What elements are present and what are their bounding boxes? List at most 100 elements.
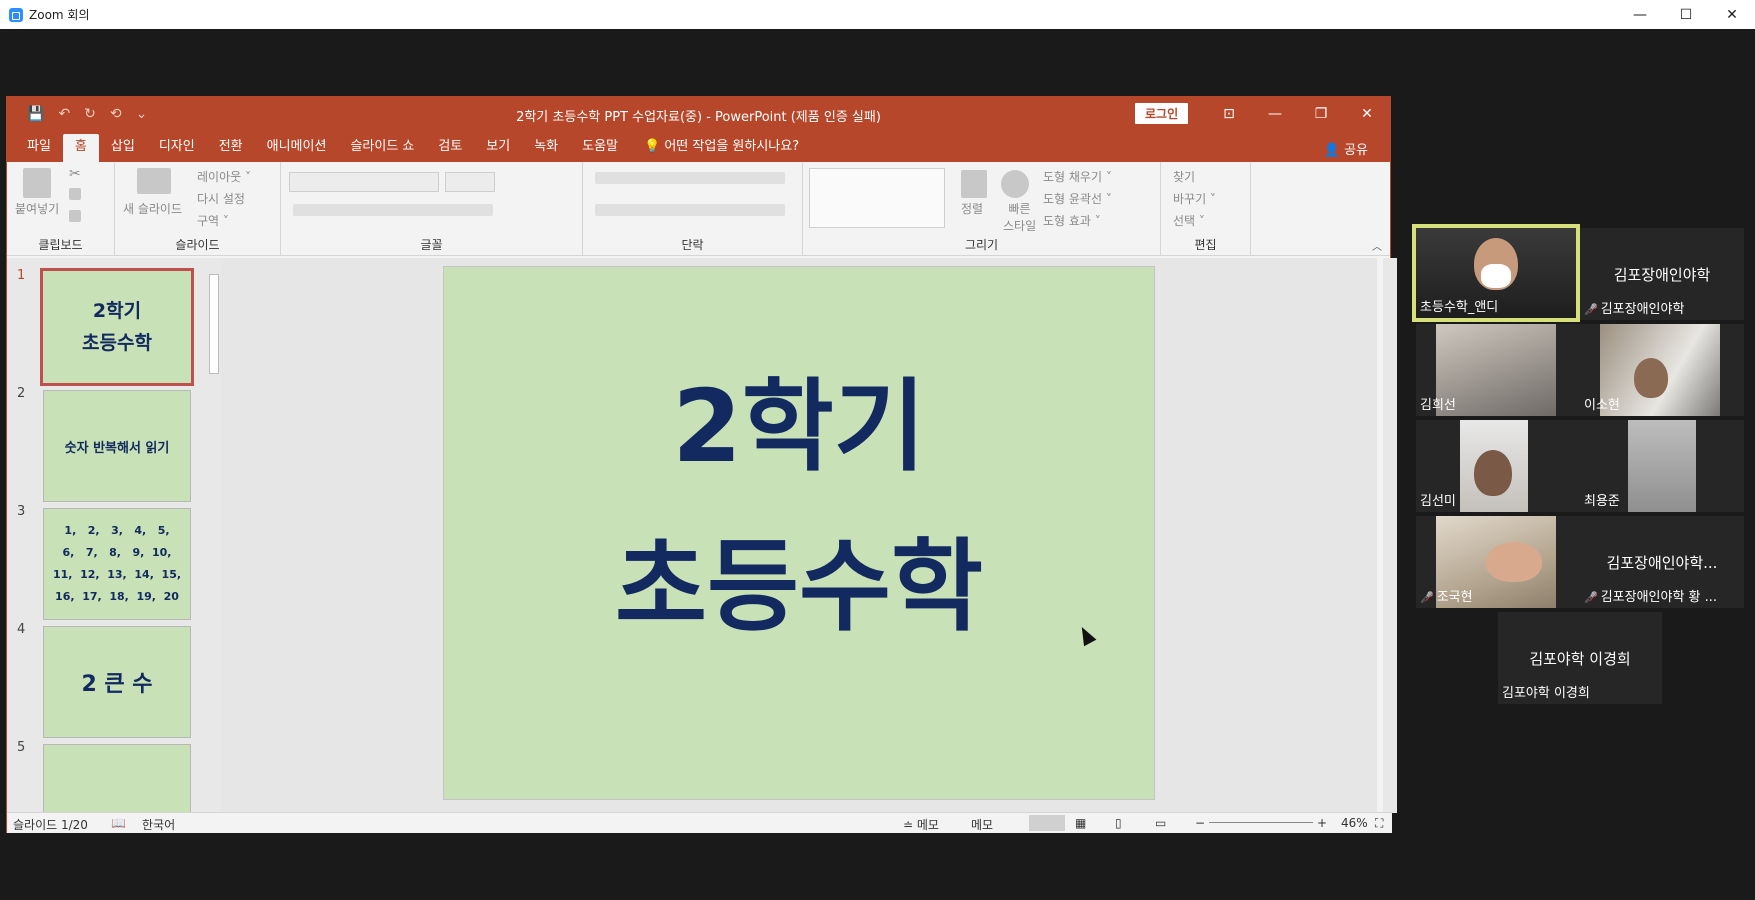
minimize-button[interactable]: — xyxy=(1617,0,1663,29)
tab-insert[interactable]: 삽입 xyxy=(99,134,147,162)
font-format-buttons[interactable] xyxy=(293,204,493,216)
maximize-button[interactable]: ☐ xyxy=(1663,0,1709,29)
tab-record[interactable]: 녹화 xyxy=(522,134,570,162)
participant-tile[interactable]: 김포장애인야학... 🎤̸ 김포장애인야학 황 ... xyxy=(1580,516,1744,608)
tab-transitions[interactable]: 전환 xyxy=(207,134,255,162)
participant-big-name: 김포장애인야학... xyxy=(1606,554,1718,572)
zoom-out-button[interactable]: − xyxy=(1195,816,1205,830)
tab-animations[interactable]: 애니메이션 xyxy=(255,134,339,162)
format-painter-icon[interactable] xyxy=(69,210,81,222)
copy-icon[interactable] xyxy=(69,188,81,200)
find-button[interactable]: 찾기 xyxy=(1173,168,1195,185)
group-paragraph: 단락 xyxy=(583,162,803,256)
ribbon-display-options-icon[interactable]: ⊡ xyxy=(1206,97,1252,130)
start-from-beginning-icon[interactable]: ⟲ xyxy=(110,106,122,122)
participant-tile[interactable]: 김선미 xyxy=(1416,420,1580,512)
group-label-font: 글꼴 xyxy=(420,238,443,252)
font-name-select[interactable] xyxy=(289,172,439,192)
slide-thumbnail-4[interactable]: 2 큰 수 xyxy=(43,626,191,738)
redo-icon[interactable]: ↻ xyxy=(84,106,96,122)
shape-effects-button[interactable]: 도형 효과 ˅ xyxy=(1043,212,1101,229)
arrange-button[interactable]: 정렬 xyxy=(961,200,983,217)
participant-tile[interactable]: 초등수학_앤디 xyxy=(1412,224,1580,322)
notes-button[interactable]: ≐ 메모 xyxy=(903,816,939,833)
slide-thumbnail-1[interactable]: 2학기 초등수학 xyxy=(40,268,194,386)
thumbnail-scroll-thumb[interactable] xyxy=(209,274,219,374)
slide-thumbnail-3[interactable]: 1, 2, 3, 4, 5, 6, 7, 8, 9, 10, 11, 12, 1… xyxy=(43,508,191,620)
participant-tile[interactable]: 김포야학 이경희 김포야학 이경희 xyxy=(1498,612,1662,704)
thumb-number: 4 xyxy=(17,622,26,637)
shapes-gallery[interactable] xyxy=(809,168,945,228)
ppt-titlebar: 💾 ↶ ↻ ⟲ ⌄ 2학기 초등수학 PPT 수업자료(중) - PowerPo… xyxy=(7,97,1390,130)
zoom-titlebar: Zoom 회의 — ☐ ✕ xyxy=(0,0,1755,29)
tab-design[interactable]: 디자인 xyxy=(147,134,207,162)
replace-button[interactable]: 바꾸기 ˅ xyxy=(1173,190,1216,207)
close-button[interactable]: ✕ xyxy=(1709,0,1755,29)
section-button[interactable]: 구역 ˅ xyxy=(197,212,229,229)
quick-styles-icon[interactable] xyxy=(1001,170,1029,198)
list-buttons[interactable] xyxy=(595,172,785,184)
paste-icon[interactable] xyxy=(23,168,51,198)
mic-muted-icon: 🎤̸ xyxy=(1420,591,1434,604)
tab-review[interactable]: 검토 xyxy=(426,134,474,162)
zoom-in-button[interactable]: + xyxy=(1317,816,1327,830)
tab-home[interactable]: 홈 xyxy=(62,134,99,162)
slide-thumbnail-2[interactable]: 숫자 반복해서 읽기 xyxy=(43,390,191,502)
layout-button[interactable]: 레이아웃 ˅ xyxy=(197,168,251,185)
comments-button[interactable]: 메모 xyxy=(971,816,993,833)
quick-styles-button[interactable]: 빠른 스타일 xyxy=(1003,200,1036,234)
tab-help[interactable]: 도움말 xyxy=(570,134,630,162)
font-size-select[interactable] xyxy=(445,172,495,192)
slide-thumbnail-5[interactable] xyxy=(43,744,191,813)
ppt-close-button[interactable]: ✕ xyxy=(1344,97,1390,130)
participant-name: 김선미 xyxy=(1420,494,1456,509)
current-slide[interactable]: 2학기 초등수학 xyxy=(443,266,1155,800)
participant-tile[interactable]: 김희선 xyxy=(1416,324,1580,416)
fit-to-window-icon[interactable]: ⛶ xyxy=(1375,816,1383,831)
spellcheck-icon[interactable]: 📖 xyxy=(111,816,126,830)
arrange-icon[interactable] xyxy=(961,170,987,198)
shape-fill-button[interactable]: 도형 채우기 ˅ xyxy=(1043,168,1112,185)
thumbnail-scrollbar[interactable] xyxy=(207,260,221,810)
zoom-level[interactable]: 46% xyxy=(1341,816,1368,830)
tell-me-search[interactable]: 💡 어떤 작업을 원하시나요? xyxy=(644,134,799,162)
zoom-slider[interactable] xyxy=(1209,822,1313,823)
new-slide-icon[interactable] xyxy=(137,168,171,194)
cut-icon[interactable]: ✂ xyxy=(69,166,81,182)
tab-file[interactable]: 파일 xyxy=(15,134,63,162)
tab-view[interactable]: 보기 xyxy=(474,134,522,162)
ppt-minimize-button[interactable]: — xyxy=(1252,97,1298,130)
participant-tile[interactable]: 김포장애인야학 🎤̸ 김포장애인야학 xyxy=(1580,228,1744,320)
participant-tile[interactable]: 🎤̸ 조국현 xyxy=(1416,516,1580,608)
slide-scrollbar[interactable] xyxy=(1383,258,1397,813)
undo-icon[interactable]: ↶ xyxy=(58,106,70,122)
reading-view-icon[interactable]: ▯ xyxy=(1115,816,1122,830)
group-font: 글꼴 xyxy=(281,162,583,256)
slide-thumbnail-pane: 1 2학기 초등수학 2 숫자 반복해서 읽기 3 1, 2, 3, 4, 5,… xyxy=(7,258,221,813)
participant-big-name: 김포야학 이경희 xyxy=(1529,650,1631,668)
shape-outline-button[interactable]: 도형 윤곽선 ˅ xyxy=(1043,190,1112,207)
thumb-number: 1 xyxy=(17,268,26,283)
participant-name: 최용준 xyxy=(1584,494,1620,509)
select-button[interactable]: 선택 ˅ xyxy=(1173,212,1205,229)
mic-muted-icon: 🎤̸ xyxy=(1584,591,1598,604)
participant-tile[interactable]: 최용준 xyxy=(1580,420,1744,512)
share-button[interactable]: 👤 공유 xyxy=(1324,139,1368,158)
reset-button[interactable]: 다시 설정 xyxy=(197,190,245,207)
login-button[interactable]: 로그인 xyxy=(1135,103,1189,124)
participant-tile[interactable]: 이소현 xyxy=(1580,324,1744,416)
new-slide-button[interactable]: 새 슬라이드 xyxy=(123,200,182,217)
tab-slideshow[interactable]: 슬라이드 쇼 xyxy=(338,134,426,162)
status-bar: 슬라이드 1/20 📖 한국어 ≐ 메모 메모 ▦ ▯ ▭ − + 46% ⛶ xyxy=(7,812,1392,833)
slideshow-icon[interactable]: ▭ xyxy=(1155,816,1166,830)
save-icon[interactable]: 💾 xyxy=(27,106,44,122)
participant-name: 김포야학 이경희 xyxy=(1502,686,1590,701)
paste-label[interactable]: 붙여넣기 xyxy=(15,200,59,217)
normal-view-icon[interactable] xyxy=(1029,815,1065,831)
customize-qat-icon[interactable]: ⌄ xyxy=(136,106,148,122)
collapse-ribbon-icon[interactable]: ︿ xyxy=(1372,238,1382,253)
thumb-number: 3 xyxy=(17,504,26,519)
ppt-restore-button[interactable]: ❐ xyxy=(1298,97,1344,130)
alignment-buttons[interactable] xyxy=(595,204,785,216)
slide-sorter-icon[interactable]: ▦ xyxy=(1075,816,1086,830)
